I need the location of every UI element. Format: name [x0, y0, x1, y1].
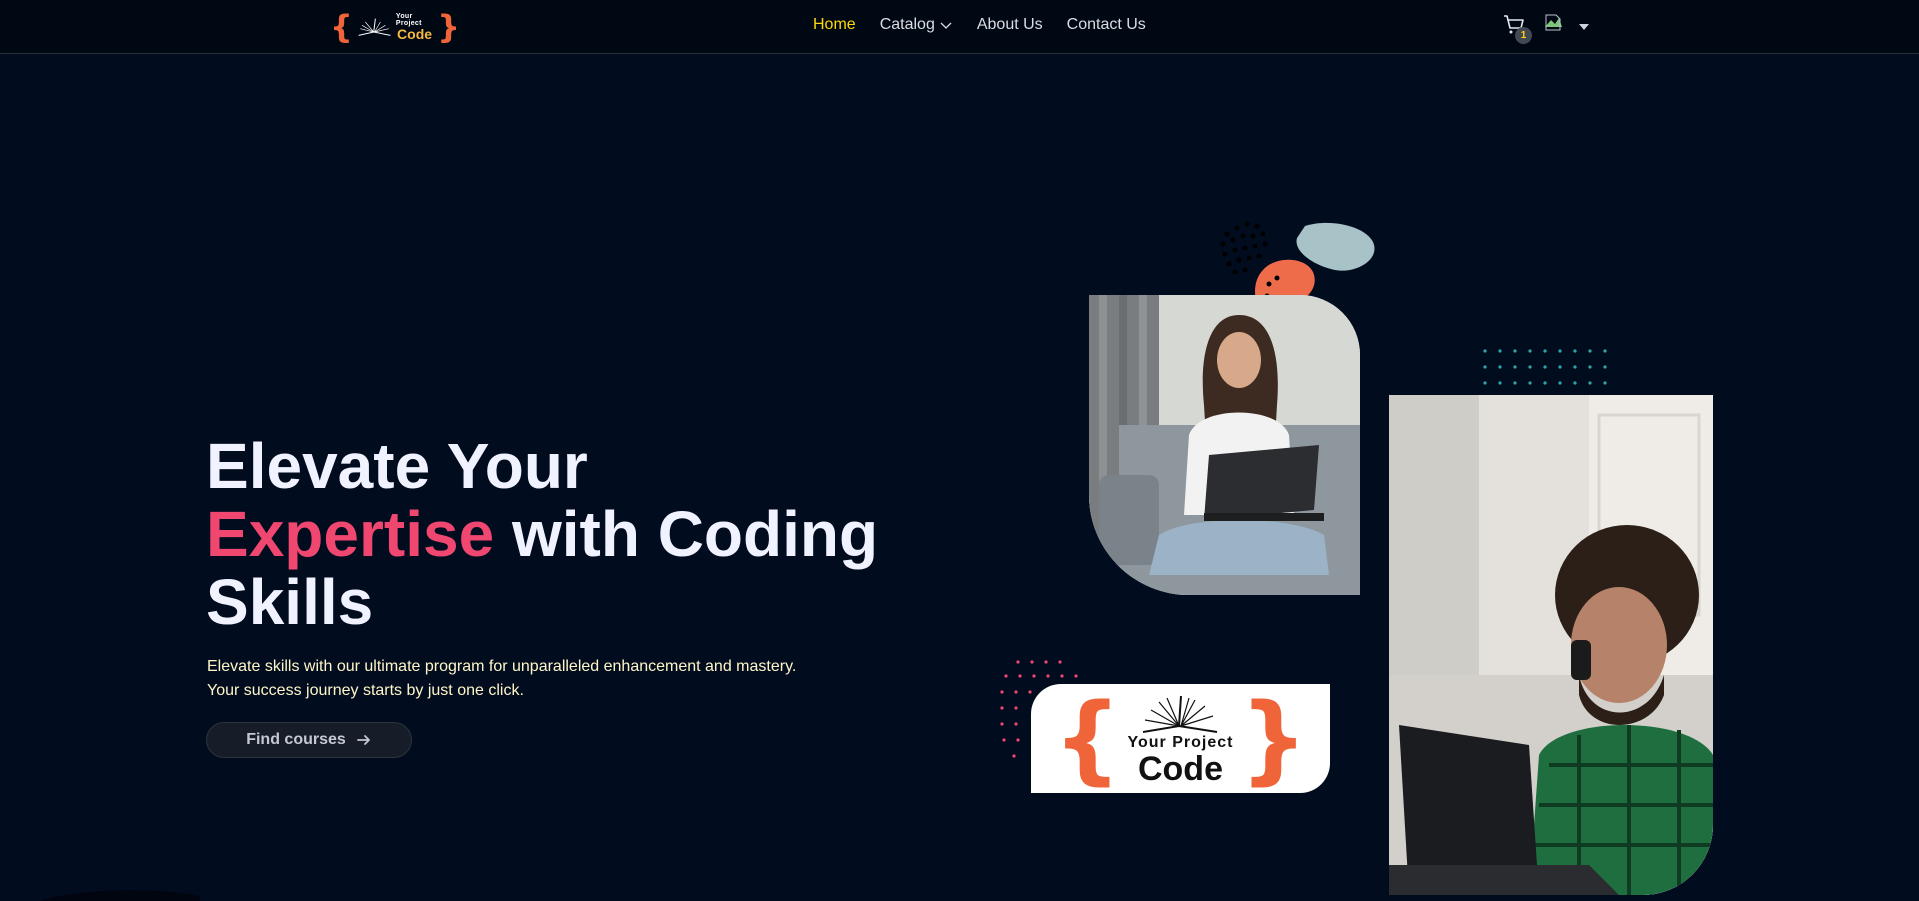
page: { Your Project Code } Home Catalog About… [0, 0, 1919, 901]
navbar: { Your Project Code } Home Catalog About… [0, 0, 1919, 54]
nav-catalog[interactable]: Catalog [880, 15, 953, 35]
open-book-icon [1143, 695, 1218, 733]
brand-logo-card: { Your Project Code } [1031, 684, 1330, 793]
book-icon [358, 18, 391, 36]
logo-card-center: Your Project Code [1128, 692, 1234, 786]
find-courses-label: Find courses [246, 731, 346, 748]
hero-desc-line1: Elevate skills with our ultimate program… [207, 658, 797, 675]
caret-down-icon[interactable] [1578, 23, 1590, 31]
cart-button[interactable]: 1 [1502, 12, 1532, 44]
student-woman-image [1089, 295, 1360, 595]
nav-home[interactable]: Home [813, 15, 856, 35]
hero-title-line1: Elevate Your [206, 430, 588, 502]
logo-right-brace: } [437, 8, 460, 46]
decor-teal-dots [1483, 349, 1607, 385]
avatar-icon[interactable] [1542, 12, 1564, 34]
logo-card-small-text: Your Project [1127, 733, 1234, 751]
logo-text: Your Project Code [396, 13, 433, 41]
decor-blobs [1220, 221, 1375, 304]
hero-desc-line2: Your success journey starts by just one … [207, 682, 524, 699]
hero-title: Elevate Your Expertise with Coding Skill… [206, 432, 966, 636]
main-nav: Home Catalog About Us Contact Us [813, 15, 1146, 35]
student-man-image [1389, 395, 1713, 895]
nav-contact-label: Contact Us [1066, 16, 1146, 33]
nav-catalog-label: Catalog [879, 16, 935, 33]
decor-bottom-blob [40, 890, 200, 901]
arrow-right-icon [356, 735, 370, 745]
logo-small-text: Your Project [395, 13, 422, 27]
hero-title-rest: with Coding [494, 498, 879, 570]
logo-card-right-brace: } [1239, 682, 1308, 795]
nav-actions: 1 [1502, 12, 1590, 44]
cart-count-badge: 1 [1515, 27, 1532, 44]
man-with-headphones-illustration [1389, 395, 1713, 895]
woman-with-laptop-illustration [1089, 295, 1360, 595]
nav-contact[interactable]: Contact Us [1067, 15, 1146, 35]
find-courses-button[interactable]: Find courses [206, 722, 412, 758]
nav-about-label: About Us [976, 16, 1043, 33]
nav-home-label: Home [813, 16, 856, 33]
hero-title-line3: Skills [206, 566, 374, 638]
logo-card-big-text: Code [1137, 749, 1223, 788]
logo-left-brace: { [330, 8, 353, 46]
brand-logo[interactable]: { Your Project Code } [330, 8, 460, 46]
hero-title-accent: Expertise [206, 498, 495, 570]
logo-card-left-brace: { [1053, 682, 1122, 795]
chevron-down-icon [940, 22, 952, 29]
hero-description: Elevate skills with our ultimate program… [207, 655, 907, 703]
logo-big-text: Code [397, 26, 433, 42]
nav-about[interactable]: About Us [977, 15, 1043, 35]
